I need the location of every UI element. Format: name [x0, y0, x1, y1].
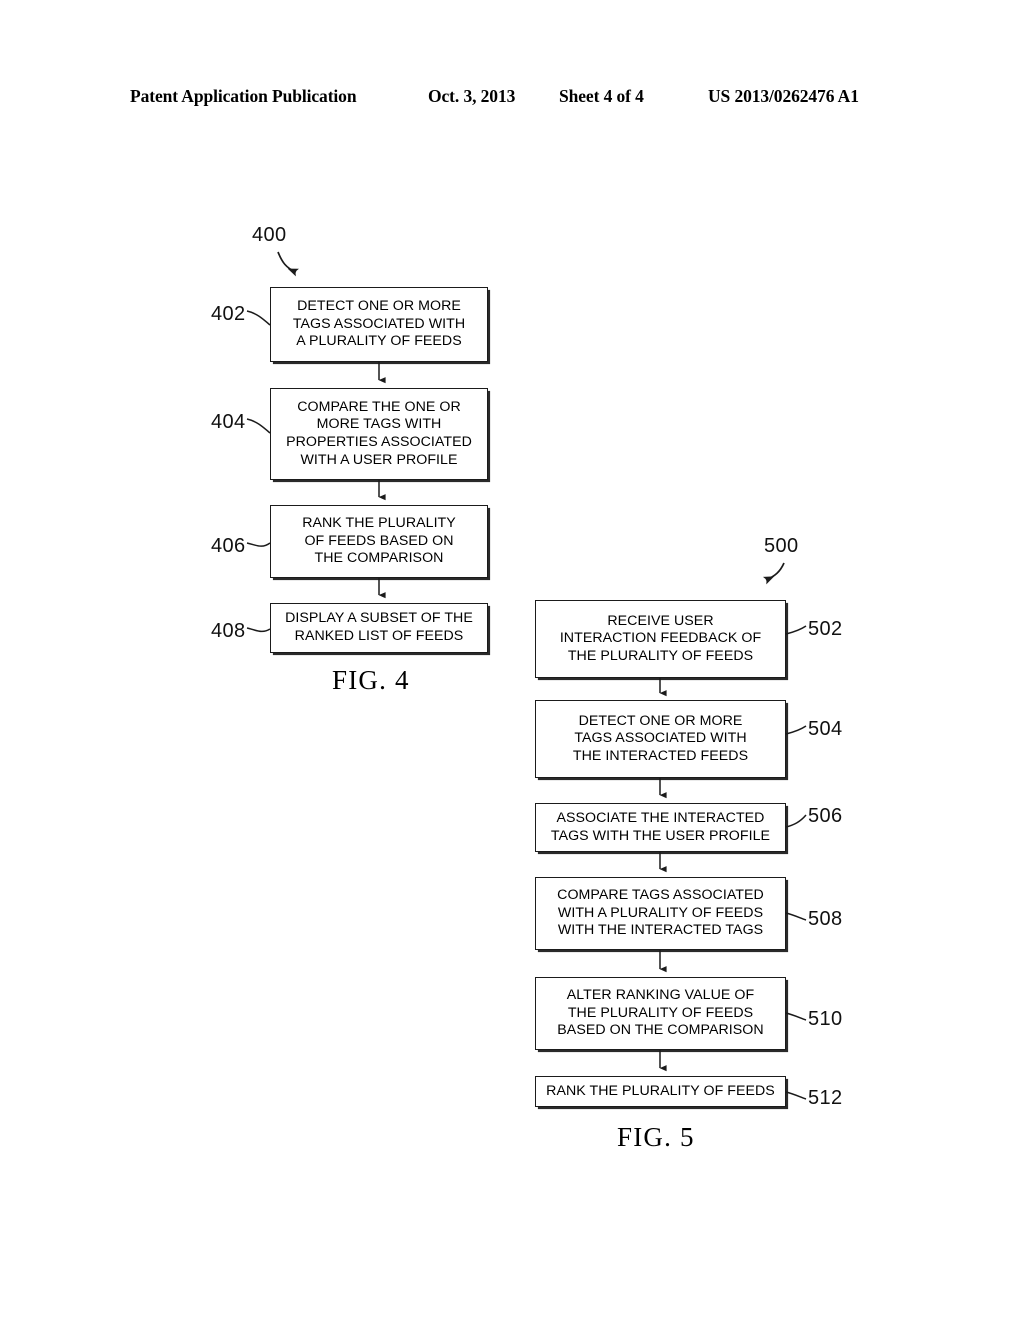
fig4-leader-402	[246, 310, 271, 326]
fig5-leader-506	[785, 814, 807, 828]
fig4-step-box-406: RANK THE PLURALITY OF FEEDS BASED ON THE…	[270, 505, 488, 578]
page-header: Patent Application Publication Oct. 3, 2…	[0, 86, 1024, 112]
diagram-400-pointer-arrow	[277, 251, 299, 277]
fig4-ref-408: 408	[211, 620, 246, 642]
fig4-step-box-402: DETECT ONE OR MORE TAGS ASSOCIATED WITH …	[270, 287, 488, 362]
fig4-ref-404: 404	[211, 411, 246, 433]
fig5-step-box-502: RECEIVE USER INTERACTION FEEDBACK OF THE…	[535, 600, 786, 678]
fig4-leader-lines	[246, 310, 271, 633]
fig5-caption: FIG. 5	[617, 1122, 695, 1152]
diagram-500-pointer-arrow	[762, 562, 785, 585]
fig4-leader-408	[246, 627, 271, 633]
fig4-leader-404	[246, 418, 271, 434]
fig5-ref-510: 510	[808, 1008, 843, 1030]
fig5-step-box-506: ASSOCIATE THE INTERACTED TAGS WITH THE U…	[535, 803, 786, 852]
fig5-leader-510	[785, 1012, 807, 1021]
fig5-leader-512	[785, 1091, 807, 1100]
fig4-leader-406	[246, 542, 271, 547]
fig5-step-text-510: ALTER RANKING VALUE OF THE PLURALITY OF …	[557, 987, 764, 1039]
fig5-ref-512: 512	[808, 1087, 843, 1109]
fig4-step-text-404: COMPARE THE ONE OR MORE TAGS WITH PROPER…	[286, 398, 472, 468]
fig4-step-text-402: DETECT ONE OR MORE TAGS ASSOCIATED WITH …	[292, 298, 466, 350]
fig4-step-text-406: RANK THE PLURALITY OF FEEDS BASED ON THE…	[302, 515, 456, 567]
diagram-label-500: 500	[764, 535, 799, 557]
fig5-ref-502: 502	[808, 618, 843, 640]
fig5-step-text-506: ASSOCIATE THE INTERACTED TAGS WITH THE U…	[550, 809, 771, 844]
diagram-label-400: 400	[252, 224, 287, 246]
header-sheet-number: Sheet 4 of 4	[559, 86, 644, 106]
fig5-ref-504: 504	[808, 718, 843, 740]
header-publication-date: Oct. 3, 2013	[428, 86, 516, 106]
fig4-step-text-408: DISPLAY A SUBSET OF THE RANKED LIST OF F…	[285, 610, 473, 644]
fig5-leader-508	[785, 912, 807, 921]
fig5-ref-506: 506	[808, 805, 843, 827]
fig5-leader-lines	[785, 625, 807, 1100]
header-document-number: US 2013/0262476 A1	[708, 86, 859, 106]
fig5-step-box-512: RANK THE PLURALITY OF FEEDS	[535, 1076, 786, 1107]
fig5-ref-508: 508	[808, 908, 843, 930]
fig5-leader-504	[785, 725, 807, 735]
fig5-step-text-512: RANK THE PLURALITY OF FEEDS	[546, 1082, 775, 1099]
fig5-step-text-504: DETECT ONE OR MORE TAGS ASSOCIATED WITH …	[572, 712, 749, 764]
fig4-step-box-404: COMPARE THE ONE OR MORE TAGS WITH PROPER…	[270, 388, 488, 480]
fig5-step-box-504: DETECT ONE OR MORE TAGS ASSOCIATED WITH …	[535, 700, 786, 778]
fig5-leader-502	[785, 625, 807, 635]
fig4-ref-402: 402	[211, 303, 246, 325]
header-publication-title: Patent Application Publication	[130, 86, 357, 106]
fig5-step-text-502: RECEIVE USER INTERACTION FEEDBACK OF THE…	[559, 612, 762, 664]
fig4-ref-406: 406	[211, 535, 246, 557]
fig4-caption: FIG. 4	[332, 665, 410, 695]
fig5-step-box-510: ALTER RANKING VALUE OF THE PLURALITY OF …	[535, 977, 786, 1050]
patent-drawing-sheet: Patent Application Publication Oct. 3, 2…	[0, 0, 1024, 1320]
diagram-connectors-layer	[246, 251, 807, 1100]
fig4-step-box-408: DISPLAY A SUBSET OF THE RANKED LIST OF F…	[270, 603, 488, 653]
fig5-step-box-508: COMPARE TAGS ASSOCIATED WITH A PLURALITY…	[535, 877, 786, 950]
fig5-step-text-508: COMPARE TAGS ASSOCIATED WITH A PLURALITY…	[557, 887, 764, 939]
